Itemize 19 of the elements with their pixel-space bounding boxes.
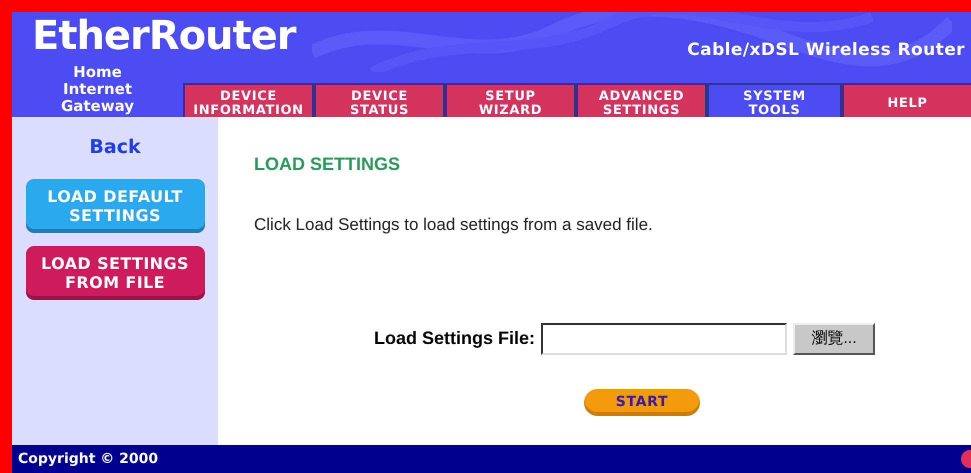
back-link[interactable]: Back: [89, 133, 141, 162]
nav-tab[interactable]: SYSTEM TOOLS: [709, 84, 840, 117]
sidebar-button[interactable]: LOAD DEFAULT SETTINGS: [26, 178, 204, 232]
start-button[interactable]: START: [584, 388, 700, 416]
tagline: Cable/xDSL Wireless Router: [687, 39, 965, 62]
nav-tab[interactable]: DEVICE INFORMATION: [185, 84, 312, 117]
nav-tab[interactable]: ADVANCED SETTINGS: [578, 84, 705, 117]
logo: EtherRouter: [32, 16, 296, 56]
file-input-field[interactable]: [541, 322, 788, 354]
nav-tab[interactable]: DEVICE STATUS: [316, 84, 443, 117]
browse-button[interactable]: 瀏覽...: [793, 322, 876, 354]
copyright: Copyright © 2000: [18, 450, 158, 468]
sidebar-button[interactable]: LOAD SETTINGS FROM FILE: [26, 246, 204, 300]
field-label: Load Settings File:: [374, 327, 536, 350]
nav-tab[interactable]: SETUP WIZARD: [447, 84, 574, 117]
description: Click Load Settings to load settings from a saved file.: [254, 214, 654, 236]
page-title: LOAD SETTINGS: [254, 153, 402, 176]
subtitle: Home Internet Gateway: [60, 64, 136, 114]
nav-tab[interactable]: HELP: [844, 84, 971, 117]
